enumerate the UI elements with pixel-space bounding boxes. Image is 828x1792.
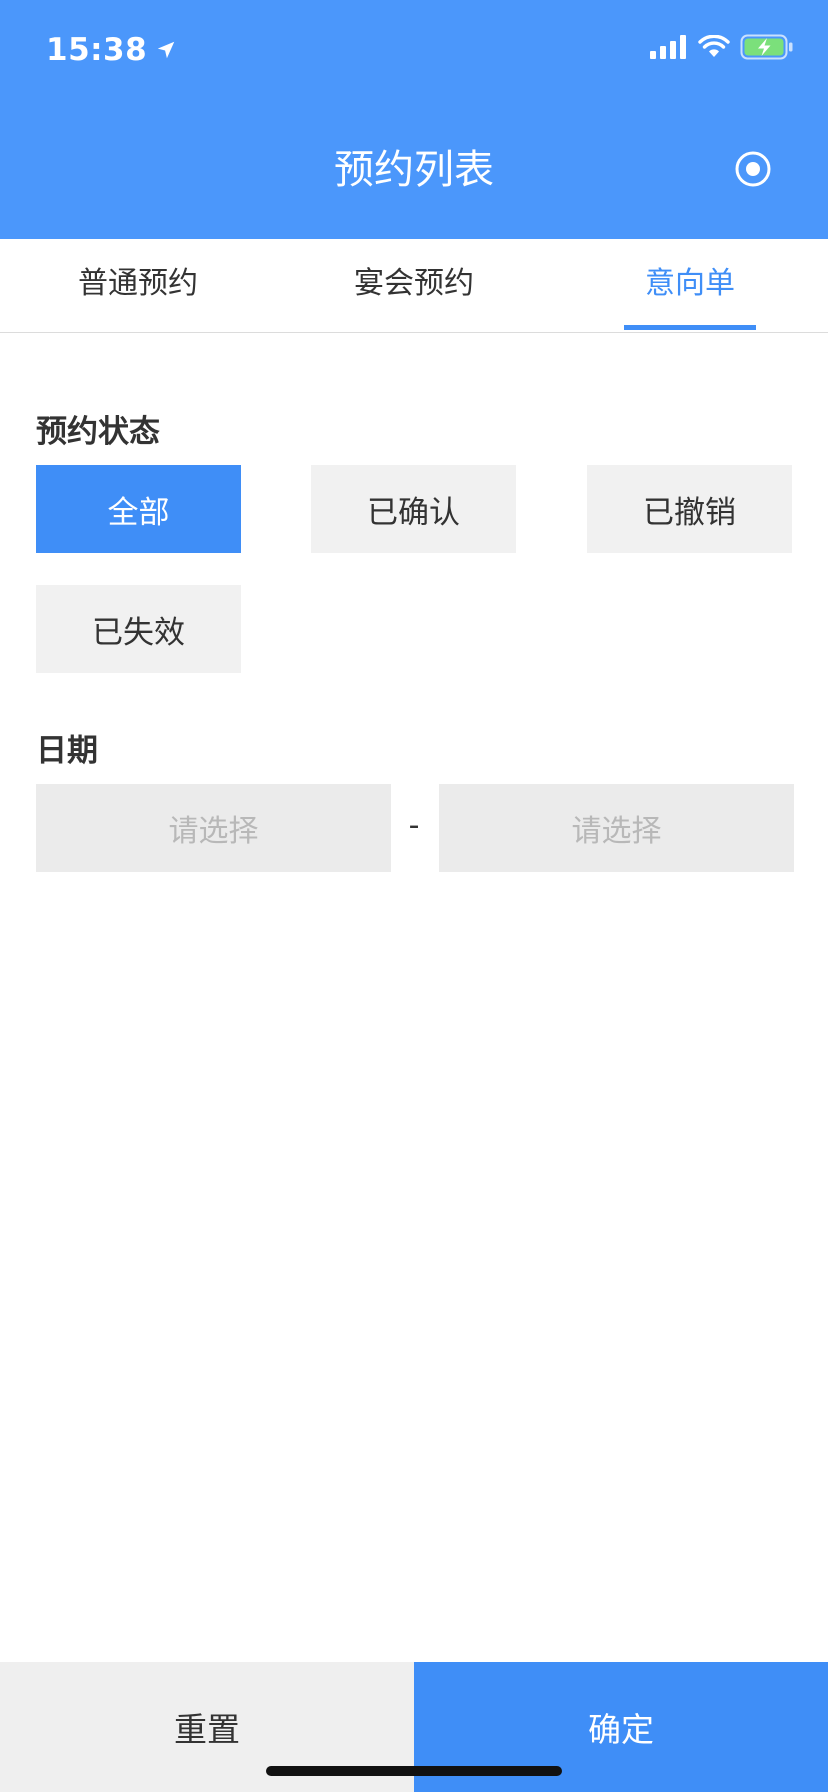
status-option-cancelled[interactable]: 已撤销: [587, 465, 792, 553]
status-time-text: 15:38: [46, 32, 148, 68]
battery-charging-icon: [740, 34, 793, 60]
wifi-icon: [698, 35, 730, 57]
status-icons: [650, 34, 794, 60]
tab-banquet-reservation[interactable]: 宴会预约: [276, 239, 552, 332]
tab-bar: 普通预约 宴会预约 意向单: [0, 239, 828, 333]
record-icon[interactable]: [734, 150, 772, 188]
status-filter-label: 预约状态: [36, 414, 160, 450]
date-end-picker[interactable]: 请选择: [439, 784, 794, 872]
date-filter-label: 日期: [36, 733, 98, 769]
page-title: 预约列表: [334, 147, 494, 193]
date-separator: -: [408, 808, 420, 843]
status-option-confirmed[interactable]: 已确认: [311, 465, 516, 553]
tab-intention-order[interactable]: 意向单: [552, 239, 828, 332]
status-option-expired[interactable]: 已失效: [36, 585, 241, 673]
status-option-all[interactable]: 全部: [36, 465, 241, 553]
status-time: 15:38: [46, 30, 177, 70]
date-start-picker[interactable]: 请选择: [36, 784, 391, 872]
home-indicator: [266, 1766, 562, 1776]
tab-normal-reservation[interactable]: 普通预约: [0, 239, 276, 332]
signal-icon: [650, 35, 686, 59]
location-arrow-icon: [157, 41, 175, 59]
app-header: 15:38 预约列表: [0, 0, 828, 239]
